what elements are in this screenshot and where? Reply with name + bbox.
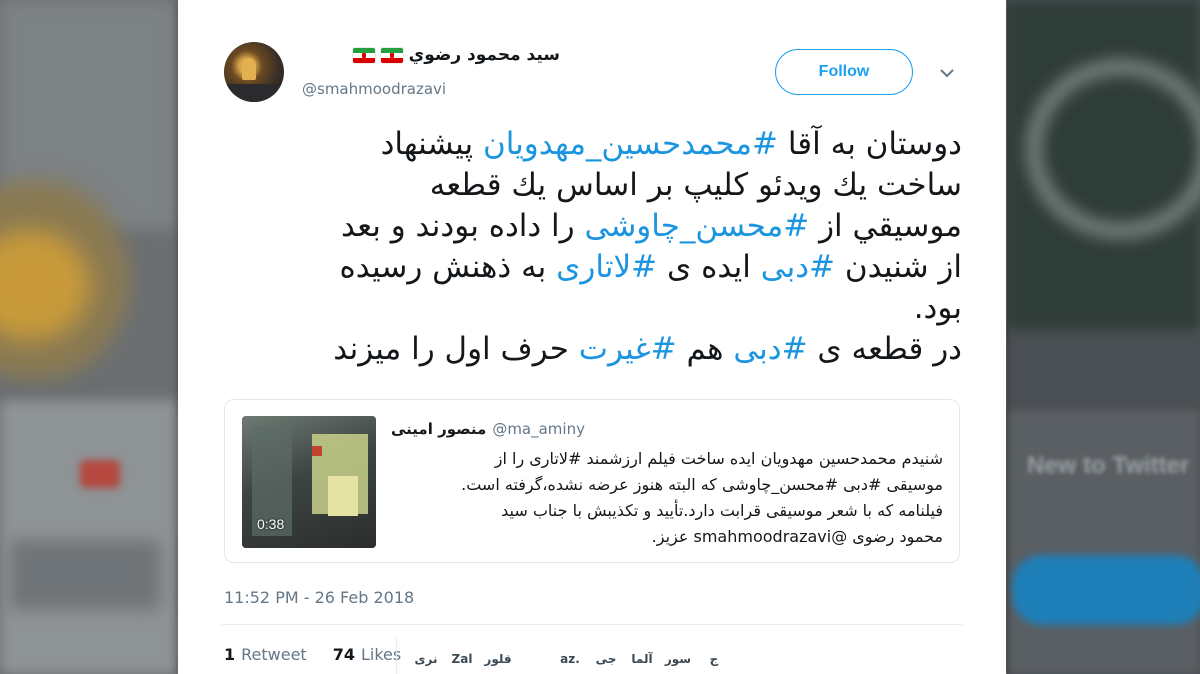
hashtag-link[interactable]: #غيرت (579, 331, 677, 367)
follow-button[interactable]: Follow (775, 49, 913, 95)
stats-separator (396, 638, 397, 674)
quoted-text-line: موسیقی #دبی #محسن_چاوشی که البته هنوز عر… (461, 475, 943, 494)
tweet-text-segment: از شنيدن (834, 249, 962, 285)
liker-avatar[interactable]: قلور (482, 646, 514, 672)
background-signup-text: New to Twitter (1027, 452, 1190, 479)
tweet-card: سيد محمود رضوي @smahmoodrazavi Follow دو… (178, 0, 1006, 674)
tweet-text-segment: در قطعه ی (807, 331, 962, 367)
divider (222, 624, 962, 625)
liker-avatar[interactable]: سور (662, 646, 694, 672)
retweet-label[interactable]: Retweet (241, 645, 307, 664)
avatar[interactable] (224, 42, 284, 102)
tweet-text-segment: دوستان به آقا (777, 126, 962, 162)
quoted-header: منصور امينی @ma_aminy (391, 420, 611, 438)
iran-flag-icon (380, 47, 403, 63)
liker-avatar[interactable]: آلما (626, 646, 658, 672)
hashtag-link[interactable]: #دبی (761, 249, 835, 285)
author-display-name: سيد محمود رضوي (408, 45, 560, 65)
tweet-text-segment: ساخت يك ويدئو كليپ بر اساس يك قطعه (429, 167, 962, 203)
tweet-text-line: موسيقي از #محسن_چاوشی را داده بودند و بع… (222, 206, 962, 247)
tweet-text-segment: به ذهنش رسيده (339, 249, 557, 285)
tweet-timestamp[interactable]: 11:52 PM - 26 Feb 2018 (224, 588, 414, 607)
tweet-text: دوستان به آقا #محمدحسين_مهدويان پيشنهاد س… (222, 124, 962, 370)
background-right: New to Twitter (1007, 0, 1200, 674)
like-count[interactable]: 74 (333, 645, 355, 664)
hashtag-link[interactable]: #محسن_چاوشی (584, 208, 809, 244)
tweet-text-segment: حرف اول را ميزند (333, 331, 579, 367)
hashtag-link[interactable]: #دبی (733, 331, 807, 367)
quoted-handle: @ma_aminy (492, 420, 585, 438)
tweet-text-line: در قطعه ی #دبی هم #غيرت حرف اول را ميزند (222, 329, 962, 370)
iran-flag-icon (352, 47, 375, 63)
liker-avatar[interactable]: نری (410, 646, 442, 672)
hashtag-link[interactable]: #محمدحسين_مهدويان (483, 126, 778, 162)
tweet-text-segment: موسيقي از (809, 208, 962, 244)
liker-avatar[interactable]: Zal (446, 646, 478, 672)
tweet-stats: 1 Retweet 74 Likes (224, 645, 401, 664)
quoted-text: شنیدم محمدحسین مهدویان ایده ساخت فیلم ار… (391, 446, 943, 550)
liker-avatar[interactable]: جی (590, 646, 622, 672)
tweet-text-line: بود. (222, 288, 962, 329)
tweet-text-segment: هم (676, 331, 734, 367)
liker-avatars: نری Zal قلور az. جی آلما سور ج (410, 646, 730, 672)
tweet-text-line: دوستان به آقا #محمدحسين_مهدويان پيشنهاد (222, 124, 962, 165)
author-name[interactable]: سيد محمود رضوي (300, 45, 560, 65)
liker-avatar[interactable]: ج (698, 646, 730, 672)
quoted-text-line: فیلنامه که با شعر موسیقی قرابت دارد.تأیی… (501, 501, 943, 520)
tweet-text-segment: ايده ی (657, 249, 761, 285)
retweet-count[interactable]: 1 (224, 645, 235, 664)
quoted-tweet[interactable]: 0:38 منصور امينی @ma_aminy شنیدم محمدحسی… (224, 399, 960, 563)
liker-avatar[interactable]: az. (554, 646, 586, 672)
video-thumbnail[interactable]: 0:38 (242, 416, 376, 548)
background-left (0, 0, 178, 674)
tweet-text-line: ساخت يك ويدئو كليپ بر اساس يك قطعه (222, 165, 962, 206)
hashtag-link[interactable]: #لاتاری (556, 249, 657, 285)
tweet-text-segment: را داده بودند و بعد (340, 208, 585, 244)
quoted-text-line: محمود رضوی @smahmoodrazavi عزیز. (651, 527, 943, 546)
video-duration: 0:38 (257, 516, 285, 532)
tweet-text-segment: بود. (913, 290, 962, 326)
liker-avatar[interactable] (518, 646, 550, 672)
tweet-text-line: از شنيدن #دبی ايده ی #لاتاری به ذهنش رسي… (222, 247, 962, 288)
author-handle[interactable]: @smahmoodrazavi (302, 80, 446, 98)
quoted-display-name: منصور امينی (391, 420, 487, 438)
quoted-text-line: شنیدم محمدحسین مهدویان ایده ساخت فیلم ار… (494, 449, 943, 468)
chevron-down-icon[interactable] (935, 63, 959, 83)
tweet-text-segment: پيشنهاد (380, 126, 483, 162)
